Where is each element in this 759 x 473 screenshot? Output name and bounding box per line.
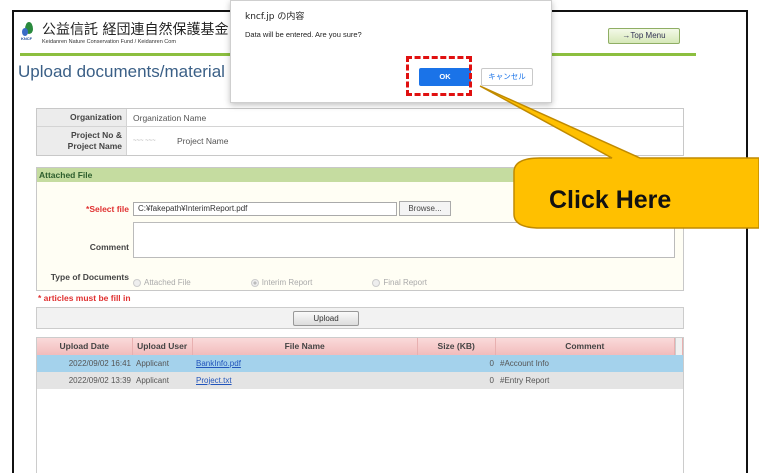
organization-row: Organization Organization Name — [37, 109, 683, 127]
project-number: ~~~ ~~~ — [133, 138, 156, 144]
project-name: Project Name — [177, 136, 229, 146]
kncf-logo: KNCF — [21, 22, 36, 42]
page-title: Upload documents/material — [18, 62, 225, 81]
required-note: * articles must be fill in — [38, 293, 131, 303]
cancel-button[interactable]: キャンセル — [481, 68, 533, 86]
ok-highlight-box — [406, 56, 472, 96]
radio-dot-icon — [372, 278, 381, 287]
document-type-label: Type of Documents — [50, 272, 129, 282]
org-title: 公益信託 経団連自然保護基金 / — [42, 22, 238, 38]
upload-bar: Upload — [36, 307, 684, 329]
org-subtitle: Keidanren Nature Conservation Fund / Kei… — [42, 39, 176, 45]
browse-button[interactable]: Browse... — [399, 201, 451, 216]
project-label: Project No & Project Name — [37, 127, 127, 155]
radio-final-report[interactable]: Final Report — [372, 278, 427, 287]
table-header: Upload Date Upload User File Name Size (… — [37, 338, 683, 355]
top-menu-button[interactable]: →Top Menu — [608, 28, 680, 44]
file-path-input[interactable]: C:¥fakepath¥InterimReport.pdf — [133, 202, 397, 216]
upload-button[interactable]: Upload — [293, 311, 359, 326]
table-row[interactable]: 2022/09/02 13:39 Applicant Project.txt 0… — [37, 372, 683, 389]
radio-interim-report[interactable]: Interim Report — [250, 278, 312, 287]
select-file-label: *Select file — [86, 204, 129, 214]
document-type-group: Attached File Interim Report Final Repor… — [133, 278, 487, 287]
dialog-message: Data will be entered. Are you sure? — [245, 30, 362, 39]
uploaded-files-table: Upload Date Upload User File Name Size (… — [36, 337, 684, 473]
scrollbar[interactable] — [675, 338, 683, 355]
radio-attached-file[interactable]: Attached File — [133, 278, 191, 287]
radio-dot-selected-icon — [250, 278, 259, 287]
project-info-table: Organization Organization Name Project N… — [36, 108, 684, 156]
file-link[interactable]: BankInfo.pdf — [196, 359, 241, 368]
organization-value: Organization Name — [133, 112, 207, 123]
confirm-dialog: kncf.jp の内容 Data will be entered. Are yo… — [230, 0, 552, 103]
column-header-comment[interactable]: Comment — [496, 338, 676, 355]
column-header-size[interactable]: Size (KB) — [418, 338, 496, 355]
column-header-file-name[interactable]: File Name — [193, 338, 418, 355]
file-link[interactable]: Project.txt — [196, 376, 232, 385]
organization-label: Organization — [37, 109, 127, 126]
comment-label: Comment — [89, 242, 129, 252]
project-row: Project No & Project Name ~~~ ~~~ Projec… — [37, 127, 683, 155]
table-row[interactable]: 2022/09/02 16:41 Applicant BankInfo.pdf … — [37, 355, 683, 372]
callout-label: Click Here — [549, 186, 672, 214]
column-header-upload-date[interactable]: Upload Date — [37, 338, 133, 355]
column-header-upload-user[interactable]: Upload User — [133, 338, 193, 355]
dialog-title: kncf.jp の内容 — [245, 12, 305, 22]
radio-dot-icon — [133, 278, 141, 287]
